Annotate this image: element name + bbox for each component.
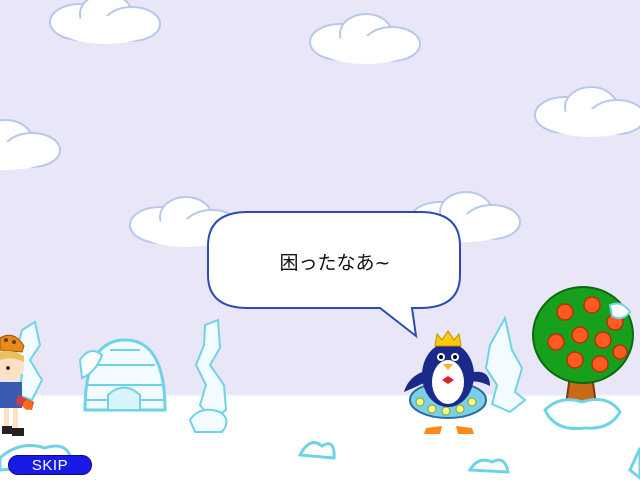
speech-bubble-text: 困ったなあ~ — [279, 251, 391, 274]
orange-tree-icon — [532, 286, 634, 431]
skip-button[interactable]: SKIP — [8, 455, 92, 475]
game-scene: 困ったなあ~ SKIP — [0, 0, 640, 480]
